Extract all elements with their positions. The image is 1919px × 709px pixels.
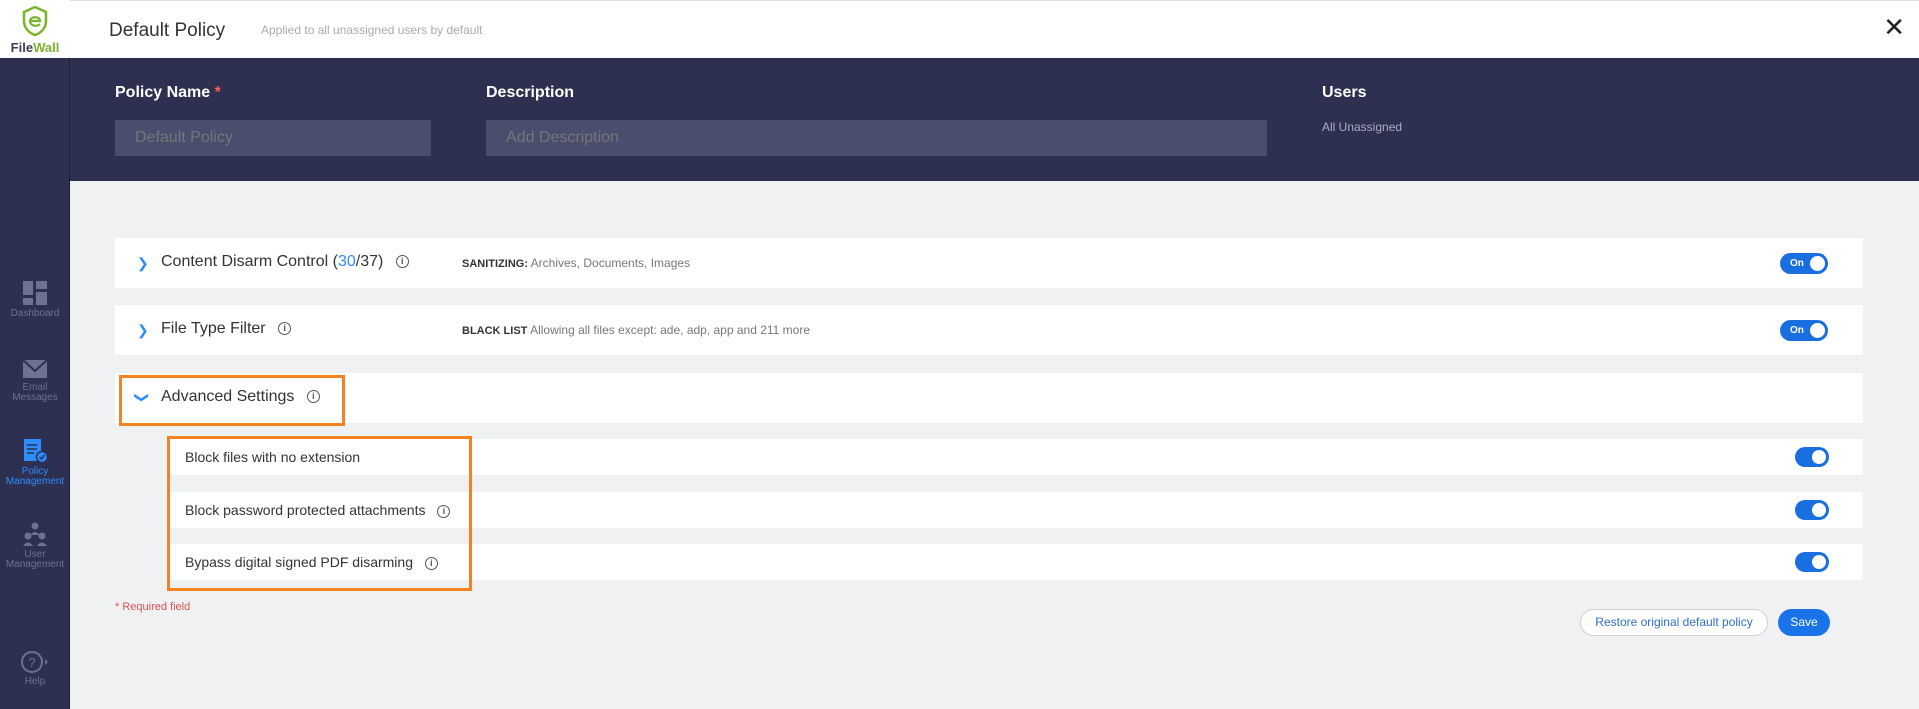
summary-text: Allowing all files except: ade, adp, app… bbox=[530, 323, 811, 337]
section-title-text: Advanced Settings bbox=[161, 388, 295, 405]
users-icon bbox=[23, 522, 47, 546]
section-title-text: Content Disarm Control ( bbox=[161, 253, 338, 270]
dashboard-icon bbox=[23, 281, 47, 305]
page-subtitle: Applied to all unassigned users by defau… bbox=[261, 23, 483, 37]
users-label: Users bbox=[1322, 84, 1367, 101]
info-icon[interactable]: i bbox=[424, 556, 438, 570]
setting-label: Bypass digital signed PDF disarming bbox=[185, 554, 413, 570]
section-file-type-filter[interactable]: ❯ File Type Filter i BLACK LIST Allowing… bbox=[115, 305, 1863, 355]
active-count: 30 bbox=[337, 253, 356, 270]
setting-block-password-protected: Block password protected attachments i bbox=[170, 492, 1863, 528]
toggle-knob bbox=[1812, 555, 1826, 569]
sidebar-item-users[interactable]: User Management bbox=[0, 521, 70, 570]
required-mark: * bbox=[214, 84, 221, 101]
setting-label: Block password protected attachments bbox=[185, 502, 426, 518]
page-header: Default Policy Applied to all unassigned… bbox=[70, 0, 1919, 58]
cdc-toggle[interactable]: On bbox=[1780, 253, 1828, 274]
policy-form: Policy Name * Description Users All Unas… bbox=[70, 58, 1919, 181]
chevron-right-icon[interactable]: ❯ bbox=[137, 255, 149, 272]
chevron-right-icon[interactable]: ❯ bbox=[137, 322, 149, 339]
policy-name-input[interactable] bbox=[115, 120, 431, 156]
svg-text:?: ? bbox=[28, 655, 35, 670]
sidebar-item-label: Help bbox=[24, 676, 46, 687]
logo-suffix: Wall bbox=[33, 40, 60, 55]
setting-label: Block files with no extension bbox=[185, 449, 361, 465]
block-password-protected-toggle[interactable] bbox=[1795, 500, 1829, 520]
setting-label-wrap: Bypass digital signed PDF disarming i bbox=[185, 554, 438, 570]
sidebar-item-label: User Management bbox=[5, 549, 65, 570]
section-summary: SANITIZING: Archives, Documents, Images bbox=[462, 256, 690, 270]
toggle-label: On bbox=[1790, 325, 1804, 336]
section-advanced-settings[interactable]: ❯ Advanced Settings i bbox=[115, 373, 1863, 423]
required-field-note: * Required field bbox=[115, 601, 191, 613]
restore-default-button[interactable]: Restore original default policy bbox=[1580, 609, 1768, 636]
sidebar-item-label: Email Messages bbox=[12, 382, 58, 403]
file-type-filter-toggle[interactable]: On bbox=[1780, 320, 1828, 341]
chevron-down-icon[interactable]: ❯ bbox=[133, 392, 150, 404]
close-icon[interactable]: ✕ bbox=[1883, 13, 1905, 41]
toggle-knob bbox=[1810, 256, 1825, 271]
section-title: Content Disarm Control (30/37) i bbox=[161, 253, 409, 271]
section-title-text: File Type Filter bbox=[161, 320, 266, 337]
toggle-knob bbox=[1812, 450, 1826, 464]
summary-label: SANITIZING: bbox=[462, 258, 528, 270]
sidebar-item-policy[interactable]: Policy Management bbox=[0, 438, 70, 487]
summary-label: BLACK LIST bbox=[462, 325, 528, 337]
logo: FileWall bbox=[0, 0, 70, 58]
policy-icon bbox=[24, 439, 48, 464]
sidebar: FileWall Dashboard Email Messages Policy… bbox=[0, 0, 70, 709]
policy-name-label-text: Policy Name bbox=[115, 84, 211, 101]
sidebar-item-email[interactable]: Email Messages bbox=[0, 356, 70, 403]
section-title: Advanced Settings i bbox=[161, 388, 320, 406]
setting-block-no-extension: Block files with no extension bbox=[170, 439, 1863, 475]
bypass-signed-pdf-toggle[interactable] bbox=[1795, 552, 1829, 572]
block-no-extension-toggle[interactable] bbox=[1795, 447, 1829, 467]
save-button[interactable]: Save bbox=[1778, 609, 1830, 636]
sidebar-item-dashboard[interactable]: Dashboard bbox=[0, 280, 70, 319]
users-value: All Unassigned bbox=[1322, 120, 1403, 134]
info-icon[interactable]: i bbox=[306, 390, 320, 404]
sidebar-item-help[interactable]: ? Help bbox=[0, 650, 70, 687]
summary-text: Archives, Documents, Images bbox=[530, 256, 691, 270]
description-label: Description bbox=[486, 84, 575, 101]
section-summary: BLACK LIST Allowing all files except: ad… bbox=[462, 323, 810, 337]
logo-text: FileWall bbox=[0, 40, 70, 55]
setting-label-wrap: Block password protected attachments i bbox=[185, 502, 451, 518]
description-input[interactable] bbox=[486, 120, 1267, 156]
email-icon bbox=[22, 359, 48, 378]
section-title: File Type Filter i bbox=[161, 320, 292, 338]
toggle-knob bbox=[1812, 503, 1826, 517]
section-content-disarm-control[interactable]: ❯ Content Disarm Control (30/37) i SANIT… bbox=[115, 238, 1863, 288]
info-icon[interactable]: i bbox=[395, 255, 409, 269]
setting-bypass-signed-pdf: Bypass digital signed PDF disarming i bbox=[170, 544, 1863, 580]
info-icon[interactable]: i bbox=[278, 322, 292, 336]
info-icon[interactable]: i bbox=[437, 504, 451, 518]
total-count: /37) bbox=[355, 253, 384, 270]
policy-name-label: Policy Name * bbox=[115, 84, 221, 102]
toggle-knob bbox=[1810, 323, 1825, 338]
toggle-label: On bbox=[1790, 258, 1804, 269]
sidebar-item-label: Policy Management bbox=[5, 466, 65, 487]
sidebar-item-label: Dashboard bbox=[10, 308, 60, 319]
logo-prefix: File bbox=[10, 40, 34, 55]
page-title: Default Policy bbox=[109, 20, 226, 41]
filewall-logo-icon bbox=[22, 6, 48, 36]
help-icon: ? bbox=[21, 651, 48, 673]
